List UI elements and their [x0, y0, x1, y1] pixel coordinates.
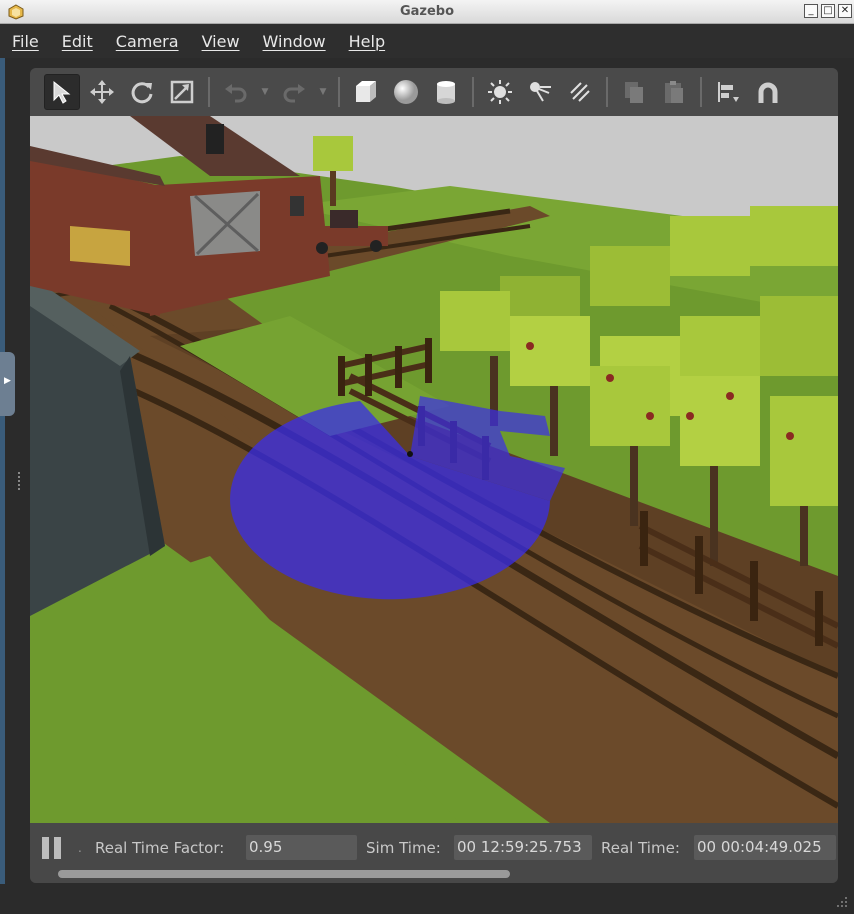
- minimize-button[interactable]: _: [804, 4, 818, 18]
- align-icon[interactable]: [710, 74, 746, 110]
- sim-time-value: 00 12:59:25.753: [454, 835, 592, 860]
- close-button[interactable]: ✕: [838, 4, 852, 18]
- menu-camera[interactable]: Camera: [116, 32, 179, 51]
- copy-icon[interactable]: [616, 74, 652, 110]
- toolbar-separator: [700, 77, 702, 107]
- maximize-button[interactable]: □: [821, 4, 835, 18]
- toolbar-separator: [606, 77, 608, 107]
- status-bar: . Real Time Factor: 0.95 Sim Time: 00 12…: [30, 823, 838, 883]
- toolbar-separator: [338, 77, 340, 107]
- separator-dot: .: [78, 841, 82, 855]
- real-time-factor-value: 0.95: [246, 835, 357, 860]
- menu-edit[interactable]: Edit: [62, 32, 93, 51]
- bottom-strip: [0, 884, 854, 914]
- real-time-label: Real Time:: [601, 839, 680, 857]
- toolbar: ▼ ▼: [30, 68, 838, 116]
- resize-grip-icon[interactable]: [834, 894, 848, 908]
- spot-light-icon[interactable]: [522, 74, 558, 110]
- window-controls: _ □ ✕: [804, 4, 852, 18]
- menu-window[interactable]: Window: [263, 32, 326, 51]
- splitter-grip[interactable]: [18, 472, 23, 490]
- 3d-viewport[interactable]: [30, 116, 838, 823]
- left-edge: [0, 58, 5, 914]
- cylinder-icon[interactable]: [428, 74, 464, 110]
- render-panel: ▼ ▼ . Real Time Factor: 0.95 Sim Time: 0…: [30, 68, 838, 883]
- rotate-icon[interactable]: [124, 74, 160, 110]
- toolbar-separator: [472, 77, 474, 107]
- translate-icon[interactable]: [84, 74, 120, 110]
- toolbar-separator: [208, 77, 210, 107]
- sphere-icon[interactable]: [388, 74, 424, 110]
- point-light-icon[interactable]: [482, 74, 518, 110]
- directional-light-icon[interactable]: [562, 74, 598, 110]
- pause-button[interactable]: [42, 837, 64, 861]
- title-bar: Gazebo _ □ ✕: [0, 0, 854, 24]
- window-title: Gazebo: [399, 4, 455, 19]
- box-icon[interactable]: [348, 74, 384, 110]
- real-time-factor-label: Real Time Factor:: [95, 839, 225, 857]
- snap-icon[interactable]: [750, 74, 786, 110]
- menu-file[interactable]: File: [12, 32, 39, 51]
- scale-icon[interactable]: [164, 74, 200, 110]
- left-panel-toggle-handle[interactable]: ▶: [0, 352, 15, 416]
- menu-help[interactable]: Help: [349, 32, 385, 51]
- paste-icon[interactable]: [656, 74, 692, 110]
- scene-render[interactable]: [30, 116, 838, 823]
- menu-view[interactable]: View: [202, 32, 240, 51]
- undo-dropdown-icon[interactable]: ▼: [258, 74, 272, 110]
- undo-icon[interactable]: [218, 74, 254, 110]
- real-time-value: 00 00:04:49.025: [694, 835, 836, 860]
- expand-arrow-icon: ▶: [4, 376, 11, 386]
- menu-bar: File Edit Camera View Window Help: [0, 24, 854, 58]
- horizontal-scrollbar[interactable]: [58, 870, 510, 878]
- sim-time-label: Sim Time:: [366, 839, 441, 857]
- redo-icon[interactable]: [276, 74, 312, 110]
- redo-dropdown-icon[interactable]: ▼: [316, 74, 330, 110]
- select-arrow-icon[interactable]: [44, 74, 80, 110]
- right-panel-collapsed: [838, 58, 854, 884]
